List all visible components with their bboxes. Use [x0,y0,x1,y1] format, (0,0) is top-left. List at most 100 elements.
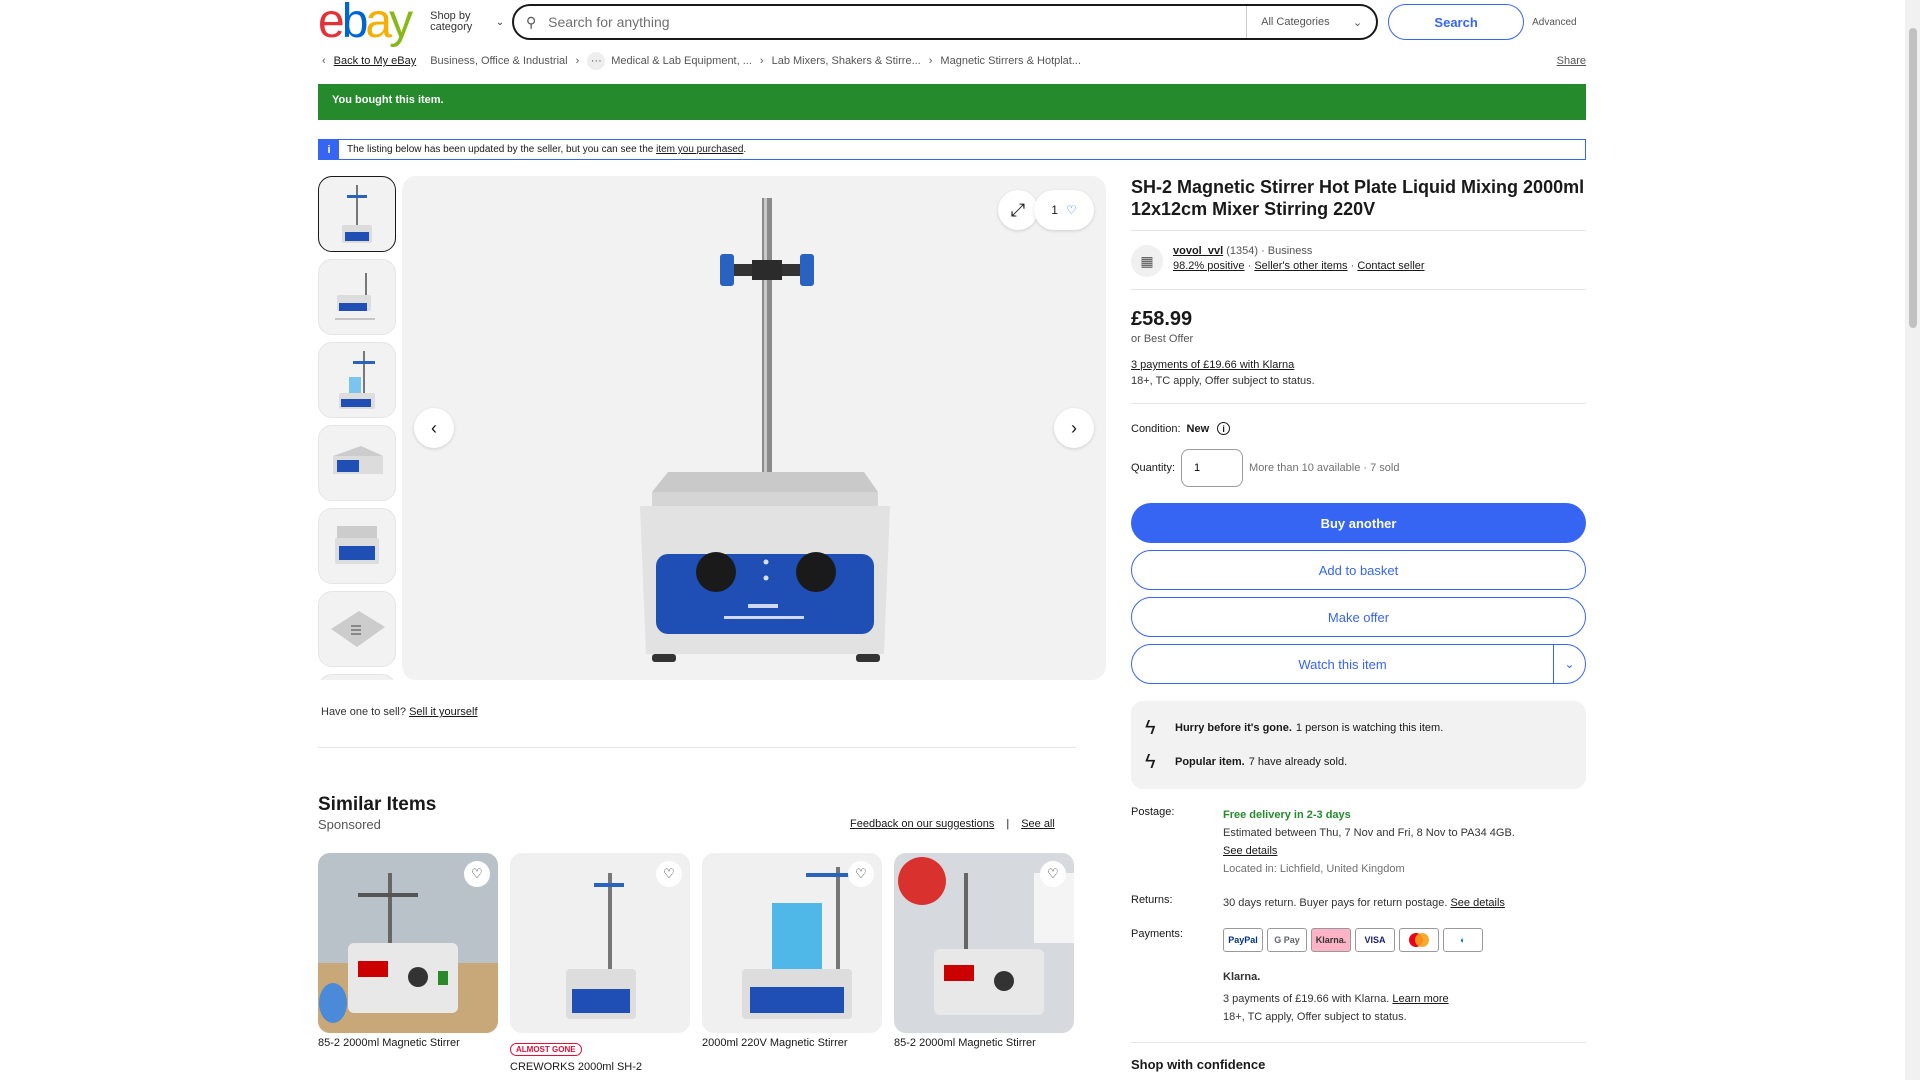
listing-updated-notice: i The listing below has been updated by … [318,139,1586,160]
similar-item-card[interactable]: ♡ 2000ml 220V Magnetic Stirrer [702,853,882,1073]
price-block: £58.99 or Best Offer 3 payments of £19.6… [1131,290,1586,404]
back-to-my-ebay-link[interactable]: Back to My eBay [334,55,417,67]
seller-type: · Business [1261,245,1313,257]
thumbnail[interactable] [318,259,396,335]
breadcrumb-item[interactable]: Lab Mixers, Shakers & Stirre... [772,55,921,67]
search-input[interactable] [548,14,1247,30]
breadcrumb-item[interactable]: Medical & Lab Equipment, ... [611,55,752,67]
payments-row: Payments: PayPal G Pay Klarna. VISA ◐ Kl… [1131,928,1586,1026]
urgency-text: 1 person is watching this item. [1295,722,1444,734]
card-title: CREWORKS 2000ml SH-2 [510,1061,643,1073]
heart-icon[interactable]: ♡ [464,861,490,887]
heart-icon: ♡ [1065,203,1077,217]
contact-seller-link[interactable]: Contact seller [1357,260,1424,272]
similar-item-card[interactable]: ♡ 85-2 2000ml Magnetic Stirrer [894,853,1074,1073]
bottom-thumb-image [331,611,385,647]
scrollbar[interactable] [1905,0,1920,1080]
main-product-image[interactable]: ⤢ 1 ♡ ‹ › [402,176,1106,680]
seller-info: ▦ vovol_vvl (1354) · Business 98.2% posi… [1131,231,1586,290]
feedback-suggestions-link[interactable]: Feedback on our suggestions [850,818,994,830]
card-image: ♡ [318,853,498,1033]
sell-it-yourself-link[interactable]: Sell it yourself [409,706,477,718]
search-box: ⚲ All Categories ⌄ [512,4,1379,40]
thumbnail-strip [318,176,398,680]
shop-with-confidence-heading: Shop with confidence [1131,1042,1586,1072]
plate-angle-thumb-image [333,446,383,474]
quantity-input[interactable] [1181,449,1244,487]
watch-options-button[interactable]: ⌄ [1553,645,1585,683]
previous-image-button[interactable]: ‹ [414,408,454,448]
thumbnail[interactable] [318,425,396,501]
similar-item-card[interactable]: ♡ 85-2 2000ml Magnetic Stirrer [318,853,498,1073]
item-details-panel: SH-2 Magnetic Stirrer Hot Plate Liquid M… [1131,176,1586,1072]
buy-another-button[interactable]: Buy another [1131,503,1586,543]
chevron-left-icon: ‹ [431,417,437,438]
availability-text: More than 10 available · 7 sold [1249,462,1400,474]
returns-text: 30 days return. Buyer pays for return po… [1223,897,1448,909]
search-icon: ⚲ [525,13,537,30]
make-offer-button[interactable]: Make offer [1131,597,1586,637]
thumbnail[interactable] [318,591,396,667]
similar-items-grid: ♡ 85-2 2000ml Magnetic Stirrer ♡ ALMOST … [318,853,1074,1073]
info-icon[interactable]: i [1217,422,1231,435]
diners-club-icon: ◐ [1443,928,1483,952]
watch-item-control: Watch this item ⌄ [1131,644,1586,684]
advanced-search-link[interactable]: Advanced [1532,17,1576,28]
thumbnail[interactable] [318,508,396,584]
expand-icon: ⤢ [1010,199,1026,220]
returns-see-details-link[interactable]: See details [1450,897,1504,909]
shop-by-label: Shop by category [430,10,473,33]
breadcrumb: ‹ Back to My eBay Business, Office & Ind… [318,52,1586,70]
thumbnail[interactable] [318,176,396,252]
watch-count: 1 [1051,203,1058,217]
card-title: 2000ml 220V Magnetic Stirrer [702,1037,848,1049]
sellers-other-items-link[interactable]: Seller's other items [1254,260,1347,272]
see-all-link[interactable]: See all [1021,818,1055,830]
seller-name-link[interactable]: vovol_vvl [1173,245,1223,257]
thumbnail[interactable] [318,674,396,680]
breadcrumb-item[interactable]: Business, Office & Industrial [430,55,567,67]
add-to-basket-button[interactable]: Add to basket [1131,550,1586,590]
have-one-to-sell: Have one to sell? Sell it yourself [321,706,478,718]
next-image-button[interactable]: › [1054,408,1094,448]
scrollbar-thumb[interactable] [1909,28,1917,328]
breadcrumb-item[interactable]: Magnetic Stirrers & Hotplat... [940,55,1081,67]
free-delivery-text: Free delivery in 2-3 days [1223,809,1351,821]
item-location: Located in: Lichfield, United Kingdom [1223,863,1405,875]
heart-icon[interactable]: ♡ [848,861,874,887]
thumbnail[interactable] [318,342,396,418]
mastercard-logo [1409,933,1429,947]
urgency-box: ϟ Hurry before it's gone. 1 person is wa… [1131,701,1586,789]
chevron-right-icon: › [1071,417,1077,438]
similar-items-heading: Similar Items [318,794,437,815]
dimension-thumb-image [335,273,375,320]
category-select[interactable]: All Categories ⌄ [1246,6,1376,38]
shop-by-category-button[interactable]: Shop by category ⌄ [430,11,504,33]
klarna-payments-link[interactable]: 3 payments of £19.66 with Klarna [1131,359,1294,371]
condition-label: Condition: [1131,422,1181,435]
quantity-row: Quantity: More than 10 available · 7 sol… [1131,449,1586,487]
watch-this-item-button[interactable]: Watch this item [1132,645,1553,683]
popular-title: Popular item. [1175,756,1245,768]
postage-label: Postage: [1131,806,1175,818]
positive-feedback-link[interactable]: 98.2% positive [1173,260,1245,272]
visa-icon: VISA [1355,928,1395,952]
returns-label: Returns: [1131,894,1173,906]
expand-image-button[interactable]: ⤢ [998,190,1038,230]
postage-see-details-link[interactable]: See details [1223,842,1586,860]
learn-more-link[interactable]: Learn more [1392,993,1448,1005]
info-icon: i [319,140,339,159]
ebay-logo[interactable]: ebay [318,0,413,46]
divider [318,747,1076,748]
heart-icon[interactable]: ♡ [656,861,682,887]
similar-item-card[interactable]: ♡ ALMOST GONE CREWORKS 2000ml SH-2 [510,853,690,1073]
item-purchased-link[interactable]: item you purchased [656,144,743,155]
share-link[interactable]: Share [1557,55,1586,67]
lightning-icon: ϟ [1145,750,1156,773]
heart-icon[interactable]: ♡ [1040,861,1066,887]
card-title: 85-2 2000ml Magnetic Stirrer [318,1037,460,1049]
watch-count-button[interactable]: 1 ♡ [1034,190,1094,230]
search-button[interactable]: Search [1388,4,1525,40]
klarna-terms: 18+, TC apply, Offer subject to status. [1131,375,1315,387]
breadcrumb-more-button[interactable]: ··· [587,52,606,70]
